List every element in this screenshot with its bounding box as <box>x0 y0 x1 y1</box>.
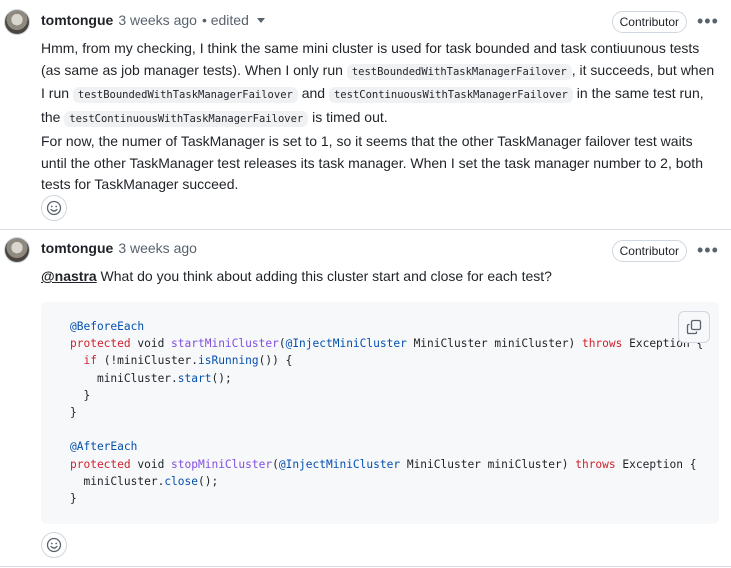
code-token: @InjectMiniCluster <box>285 337 407 351</box>
inline-code: testBoundedWithTaskManagerFailover <box>72 87 298 104</box>
text-segment: What do you think about adding this clus… <box>96 268 552 284</box>
comment-body: Hmm, from my checking, I think the same … <box>41 38 721 196</box>
code-token: ()) { <box>258 354 293 368</box>
code-token: if <box>83 354 97 368</box>
add-reaction-button[interactable] <box>41 532 67 558</box>
contributor-badge: Contributor <box>611 240 687 262</box>
copy-code-button[interactable] <box>678 311 710 343</box>
comment-timestamp[interactable]: 3 weeks ago <box>118 12 197 28</box>
avatar[interactable] <box>4 9 30 35</box>
add-reaction-button[interactable] <box>41 195 67 221</box>
comment-paragraph: For now, the numer of TaskManager is set… <box>41 132 703 193</box>
code-token: void <box>130 457 172 471</box>
contributor-badge: Contributor <box>611 11 687 33</box>
code-token: miniCluster. <box>96 371 178 385</box>
edited-indicator[interactable]: • edited <box>202 12 249 28</box>
code-token: (); <box>198 474 219 488</box>
code-token: ( <box>272 457 279 471</box>
code-token: throws <box>575 457 616 471</box>
code-token: (!miniCluster. <box>96 354 199 368</box>
code-token: isRunning <box>198 354 259 368</box>
code-token: @AfterEach <box>70 440 138 454</box>
comment-paragraph: Hmm, from my checking, I think the same … <box>41 38 721 131</box>
more-options-icon[interactable]: ••• <box>697 12 718 34</box>
code-token: } <box>70 492 77 506</box>
code-block: @BeforeEach protected void startMiniClus… <box>41 302 719 524</box>
more-options-icon[interactable]: ••• <box>697 241 718 263</box>
comment-divider <box>0 229 731 230</box>
smiley-icon <box>46 537 62 553</box>
comment-divider <box>0 566 731 567</box>
comment-author[interactable]: tomtongue <box>41 240 113 256</box>
code-token: protected <box>70 457 131 471</box>
inline-code: testContinuousWithTaskManagerFailover <box>328 87 573 104</box>
smiley-icon <box>46 200 62 216</box>
avatar[interactable] <box>4 237 30 263</box>
comment-body: @nastra What do you think about adding t… <box>41 266 721 288</box>
code-content: @BeforeEach protected void startMiniClus… <box>70 318 703 507</box>
code-token: Exception { <box>615 457 697 471</box>
code-token: throws <box>581 337 623 351</box>
code-token: protected <box>70 337 131 351</box>
code-token: MiniCluster miniCluster) <box>406 337 582 351</box>
inline-code: testBoundedWithTaskManagerFailover <box>346 63 572 80</box>
comment-header: tomtongue 3 weeks ago • edited <box>41 9 265 31</box>
code-token: void <box>130 337 172 351</box>
code-token: } <box>70 406 77 420</box>
comment-timestamp[interactable]: 3 weeks ago <box>118 240 197 256</box>
text-segment: is timed out. <box>308 109 388 126</box>
code-token: start <box>177 371 212 385</box>
copy-icon <box>686 319 702 335</box>
user-mention[interactable]: @nastra <box>41 268 97 284</box>
code-token: MiniCluster miniCluster) <box>400 457 576 471</box>
code-token: } <box>83 388 91 402</box>
code-token: close <box>164 474 198 488</box>
text-segment: and <box>297 85 329 102</box>
code-token: ( <box>278 337 286 351</box>
code-token: @InjectMiniCluster <box>278 457 401 471</box>
code-token: stopMiniCluster <box>171 457 273 471</box>
code-token: miniCluster. <box>83 474 165 488</box>
comment-paragraph: @nastra What do you think about adding t… <box>41 266 721 288</box>
code-token: startMiniCluster <box>171 337 279 351</box>
comment-header: tomtongue 3 weeks ago <box>41 237 197 259</box>
inline-code: testContinuousWithTaskManagerFailover <box>64 111 309 128</box>
code-token: (); <box>211 371 232 385</box>
code-token: @BeforeEach <box>70 320 145 333</box>
chevron-down-icon[interactable] <box>256 17 265 23</box>
comment-author[interactable]: tomtongue <box>41 12 113 28</box>
